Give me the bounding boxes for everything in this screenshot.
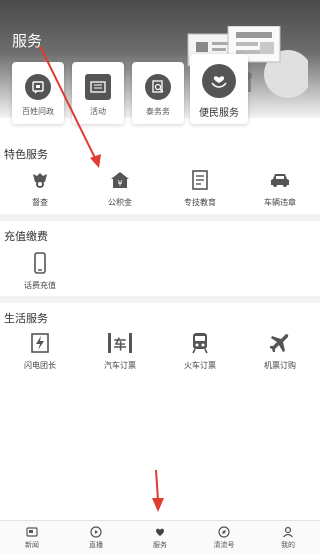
house-yen-icon: ¥ [107,167,133,193]
tile-label: 便民服务 [199,108,239,119]
service-label: 汽车订票 [104,361,136,370]
section-title-life: 生活服务 [4,312,48,325]
tab-service[interactable]: 服务 [128,521,192,554]
service-jipiao-dinggou[interactable]: 机票订购 [240,330,320,371]
service-label: 专技教育 [184,198,216,207]
train-icon [187,330,213,356]
section-title-recharge: 充值缴费 [4,230,48,243]
tab-label: 新闻 [25,540,39,549]
bolt-icon [27,330,53,356]
car-icon [267,167,293,193]
service-zhuanji-jiaoyu[interactable]: 专技教育 [160,167,240,208]
hands-heart-icon [202,64,236,98]
play-icon [90,525,102,538]
tab-label: 服务 [153,540,167,549]
book-icon [187,167,213,193]
service-qiche-dingpiao[interactable]: 车 汽车订票 [80,330,160,371]
tile-label: 活动 [90,107,106,116]
tab-label: 直播 [89,540,103,549]
service-label: 车辆违章 [264,198,296,207]
service-label: 督查 [32,198,48,207]
chat-doc-icon [25,74,51,100]
ticket-icon [85,74,111,100]
service-shandian-tuanzhang[interactable]: 闪电团长 [0,330,80,371]
tab-mine[interactable]: 我的 [256,521,320,554]
badge-icon [27,167,53,193]
bottom-tab-bar: 新闻 直播 服务 清流号 我的 [0,520,320,554]
tile-label: 百姓问政 [22,107,54,116]
tile-bianmin-fuwu[interactable]: 便民服务 [190,54,248,124]
service-gongjijin[interactable]: ¥ 公积金 [80,167,160,208]
section-divider [0,214,320,221]
section-divider [0,296,320,303]
bus-ticket-icon: 车 [105,330,135,356]
service-label: 机票订购 [264,361,296,370]
search-doc-icon [145,74,171,100]
plane-icon [267,330,293,356]
tab-label: 我的 [281,540,295,549]
service-label: 公积金 [108,198,132,207]
service-label: 火车订票 [184,361,216,370]
tab-live[interactable]: 直播 [64,521,128,554]
service-ducha[interactable]: 督查 [0,167,80,208]
news-icon [26,526,38,538]
tab-news[interactable]: 新闻 [0,521,64,554]
compass-icon [218,525,230,538]
tile-baixing-wenzheng[interactable]: 百姓问政 [12,62,64,124]
service-label: 话费充值 [24,281,56,290]
arrow-head-service-tab [152,498,164,512]
tile-huodong[interactable]: 活动 [72,62,124,124]
section-title-featured: 特色服务 [4,148,48,161]
service-heart-icon [154,526,166,538]
service-label: 闪电团长 [24,361,56,370]
service-huoche-dingpiao[interactable]: 火车订票 [160,330,240,371]
service-huafei-chongzhi[interactable]: 话费充值 [0,250,80,291]
phone-icon [27,250,53,276]
user-icon [282,526,294,538]
tab-qingliuhao[interactable]: 清流号 [192,521,256,554]
tile-label: 泰务务 [146,107,170,116]
arrow-to-service-tab [155,469,159,501]
svg-text:¥: ¥ [117,179,122,188]
service-cheliang-weizhang[interactable]: 车辆违章 [240,167,320,208]
tab-label: 清流号 [213,540,235,549]
bus-ticket-text: 车 [113,337,127,353]
tile-taiwuwu[interactable]: 泰务务 [132,62,184,124]
page-title: 服务 [12,32,43,50]
arrow-head-gongjijin [90,154,101,168]
